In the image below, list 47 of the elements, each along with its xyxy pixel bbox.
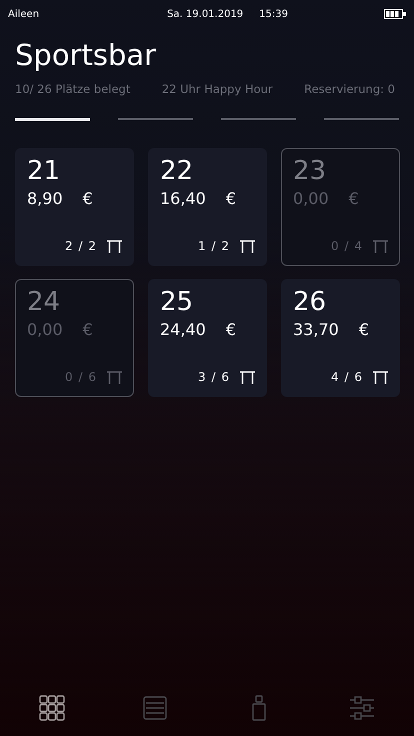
- table-card[interactable]: 22 16,40 € 1 / 2: [148, 148, 267, 266]
- seat-count: 3 / 6: [198, 370, 230, 384]
- table-card[interactable]: 23 0,00 € 0 / 4: [281, 148, 400, 266]
- table-icon: [107, 240, 122, 252]
- seat-count: 2 / 2: [65, 239, 97, 253]
- table-number: 25: [160, 286, 194, 318]
- table-number: 23: [293, 155, 328, 187]
- table-number: 26: [293, 286, 328, 318]
- sliders-icon[interactable]: [348, 694, 376, 722]
- table-number: 21: [27, 155, 62, 187]
- amount: 33,70: [293, 320, 339, 339]
- info-text: 22 Uhr Happy Hour: [162, 82, 273, 96]
- currency: €: [226, 189, 236, 208]
- currency: €: [358, 320, 369, 339]
- table-number: 24: [27, 286, 62, 318]
- seat-count: 0 / 4: [331, 239, 363, 253]
- amount: 16,40: [160, 189, 206, 208]
- time: 15:39: [259, 8, 288, 20]
- amount: 24,40: [160, 320, 206, 339]
- amount: 0,00: [293, 189, 329, 208]
- table-card[interactable]: 25 24,40 € 3 / 6: [148, 279, 267, 397]
- battery-icon: [384, 9, 406, 19]
- info-text: Reservierung: 0: [304, 82, 395, 96]
- seat-count: 1 / 2: [198, 239, 230, 253]
- table-icon: [373, 370, 388, 384]
- currency: €: [82, 189, 93, 208]
- table-number: 22: [160, 155, 194, 187]
- info-text: 10/ 26 Plätze belegt: [15, 82, 130, 96]
- page-title: Sportsbar: [15, 38, 158, 72]
- currency: €: [226, 320, 236, 339]
- seat-count: 0 / 6: [65, 370, 97, 384]
- table-icon: [240, 240, 255, 252]
- list-icon[interactable]: [141, 694, 170, 722]
- amount: 0,00: [27, 320, 63, 339]
- table-icon: [240, 370, 255, 384]
- currency: €: [82, 320, 93, 339]
- currency: €: [348, 189, 359, 208]
- date: Sa. 19.01.2019: [167, 8, 244, 20]
- table-card[interactable]: 26 33,70 € 4 / 6: [281, 279, 400, 397]
- seat-count: 4 / 6: [331, 370, 363, 384]
- table-icon: [107, 370, 122, 384]
- grid-icon[interactable]: [38, 694, 66, 722]
- table-card[interactable]: 24 0,00 € 0 / 6: [15, 279, 134, 397]
- table-icon: [373, 240, 388, 252]
- table-card[interactable]: 21 8,90 € 2 / 2: [15, 148, 134, 266]
- amount: 8,90: [27, 189, 63, 208]
- user-name: Aileen: [8, 8, 40, 20]
